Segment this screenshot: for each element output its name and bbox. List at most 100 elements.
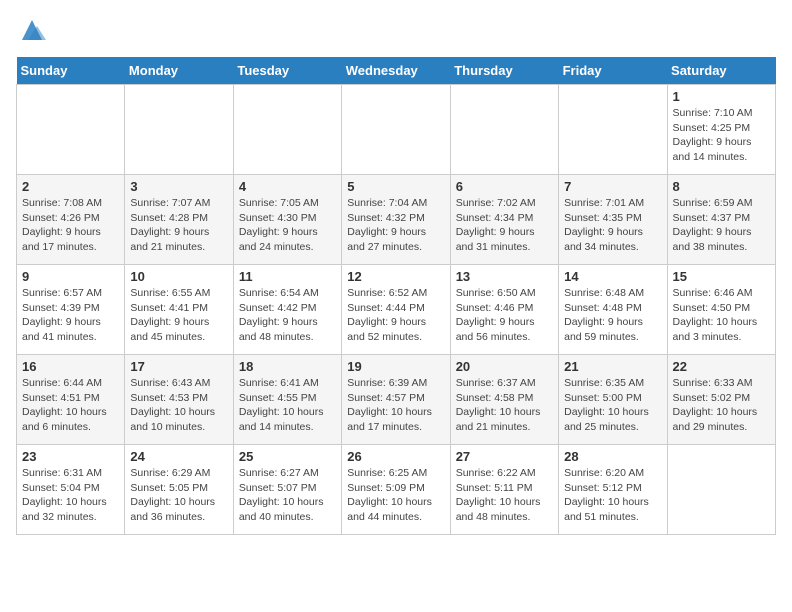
day-header-friday: Friday xyxy=(559,57,667,85)
calendar-cell: 16 Sunrise: 6:44 AM Sunset: 4:51 PM Dayli… xyxy=(17,355,125,445)
day-number: 24 xyxy=(130,449,227,464)
day-number: 16 xyxy=(22,359,119,374)
calendar-cell: 7 Sunrise: 7:01 AM Sunset: 4:35 PM Daylig… xyxy=(559,175,667,265)
day-number: 13 xyxy=(456,269,553,284)
calendar-cell: 22 Sunrise: 6:33 AM Sunset: 5:02 PM Dayli… xyxy=(667,355,775,445)
day-number: 5 xyxy=(347,179,444,194)
day-detail: Sunrise: 6:57 AM Sunset: 4:39 PM Dayligh… xyxy=(22,286,119,345)
calendar-cell: 24Sunrise: 6:29 AM Sunset: 5:05 PM Dayli… xyxy=(125,445,233,535)
header xyxy=(16,16,776,49)
day-detail: Sunrise: 6:25 AM Sunset: 5:09 PM Dayligh… xyxy=(347,466,444,525)
day-detail: Sunrise: 6:48 AM Sunset: 4:48 PM Dayligh… xyxy=(564,286,661,345)
day-number: 27 xyxy=(456,449,553,464)
calendar-cell: 18 Sunrise: 6:41 AM Sunset: 4:55 PM Dayli… xyxy=(233,355,341,445)
day-detail: Sunrise: 6:43 AM Sunset: 4:53 PM Dayligh… xyxy=(130,376,227,435)
day-header-thursday: Thursday xyxy=(450,57,558,85)
calendar-cell xyxy=(667,445,775,535)
day-detail: Sunrise: 6:44 AM Sunset: 4:51 PM Dayligh… xyxy=(22,376,119,435)
calendar-table: SundayMondayTuesdayWednesdayThursdayFrid… xyxy=(16,57,776,535)
day-detail: Sunrise: 6:54 AM Sunset: 4:42 PM Dayligh… xyxy=(239,286,336,345)
calendar-week-row: 23Sunrise: 6:31 AM Sunset: 5:04 PM Dayli… xyxy=(17,445,776,535)
calendar-cell: 12 Sunrise: 6:52 AM Sunset: 4:44 PM Dayli… xyxy=(342,265,450,355)
calendar-cell: 21Sunrise: 6:35 AM Sunset: 5:00 PM Dayli… xyxy=(559,355,667,445)
day-detail: Sunrise: 6:33 AM Sunset: 5:02 PM Dayligh… xyxy=(673,376,770,435)
day-number: 7 xyxy=(564,179,661,194)
calendar-cell xyxy=(17,85,125,175)
calendar-cell: 27 Sunrise: 6:22 AM Sunset: 5:11 PM Dayli… xyxy=(450,445,558,535)
day-number: 6 xyxy=(456,179,553,194)
day-detail: Sunrise: 7:04 AM Sunset: 4:32 PM Dayligh… xyxy=(347,196,444,255)
calendar-cell: 3 Sunrise: 7:07 AM Sunset: 4:28 PM Daylig… xyxy=(125,175,233,265)
day-number: 20 xyxy=(456,359,553,374)
day-number: 28 xyxy=(564,449,661,464)
day-number: 8 xyxy=(673,179,770,194)
day-detail: Sunrise: 6:31 AM Sunset: 5:04 PM Dayligh… xyxy=(22,466,119,525)
calendar-cell: 9 Sunrise: 6:57 AM Sunset: 4:39 PM Daylig… xyxy=(17,265,125,355)
calendar-cell: 19Sunrise: 6:39 AM Sunset: 4:57 PM Dayli… xyxy=(342,355,450,445)
day-number: 18 xyxy=(239,359,336,374)
calendar-cell: 14Sunrise: 6:48 AM Sunset: 4:48 PM Dayli… xyxy=(559,265,667,355)
day-number: 25 xyxy=(239,449,336,464)
calendar-cell: 13 Sunrise: 6:50 AM Sunset: 4:46 PM Dayli… xyxy=(450,265,558,355)
day-header-tuesday: Tuesday xyxy=(233,57,341,85)
calendar-cell xyxy=(125,85,233,175)
calendar-cell: 2 Sunrise: 7:08 AM Sunset: 4:26 PM Daylig… xyxy=(17,175,125,265)
calendar-cell xyxy=(342,85,450,175)
day-number: 9 xyxy=(22,269,119,284)
calendar-cell: 6 Sunrise: 7:02 AM Sunset: 4:34 PM Daylig… xyxy=(450,175,558,265)
day-number: 15 xyxy=(673,269,770,284)
day-number: 22 xyxy=(673,359,770,374)
calendar-week-row: 2 Sunrise: 7:08 AM Sunset: 4:26 PM Daylig… xyxy=(17,175,776,265)
calendar-cell: 5 Sunrise: 7:04 AM Sunset: 4:32 PM Daylig… xyxy=(342,175,450,265)
calendar-week-row: 9 Sunrise: 6:57 AM Sunset: 4:39 PM Daylig… xyxy=(17,265,776,355)
logo-icon xyxy=(18,16,46,44)
day-header-wednesday: Wednesday xyxy=(342,57,450,85)
day-detail: Sunrise: 7:10 AM Sunset: 4:25 PM Dayligh… xyxy=(673,106,770,165)
day-detail: Sunrise: 7:07 AM Sunset: 4:28 PM Dayligh… xyxy=(130,196,227,255)
day-detail: Sunrise: 7:08 AM Sunset: 4:26 PM Dayligh… xyxy=(22,196,119,255)
day-number: 3 xyxy=(130,179,227,194)
day-header-sunday: Sunday xyxy=(17,57,125,85)
day-detail: Sunrise: 7:05 AM Sunset: 4:30 PM Dayligh… xyxy=(239,196,336,255)
calendar-cell: 1 Sunrise: 7:10 AM Sunset: 4:25 PM Daylig… xyxy=(667,85,775,175)
day-detail: Sunrise: 6:35 AM Sunset: 5:00 PM Dayligh… xyxy=(564,376,661,435)
calendar-cell: 8Sunrise: 6:59 AM Sunset: 4:37 PM Daylig… xyxy=(667,175,775,265)
calendar-week-row: 1 Sunrise: 7:10 AM Sunset: 4:25 PM Daylig… xyxy=(17,85,776,175)
calendar-cell: 11 Sunrise: 6:54 AM Sunset: 4:42 PM Dayli… xyxy=(233,265,341,355)
day-number: 12 xyxy=(347,269,444,284)
calendar-cell xyxy=(233,85,341,175)
day-detail: Sunrise: 6:41 AM Sunset: 4:55 PM Dayligh… xyxy=(239,376,336,435)
day-number: 1 xyxy=(673,89,770,104)
day-number: 10 xyxy=(130,269,227,284)
day-detail: Sunrise: 7:02 AM Sunset: 4:34 PM Dayligh… xyxy=(456,196,553,255)
calendar-cell: 20 Sunrise: 6:37 AM Sunset: 4:58 PM Dayli… xyxy=(450,355,558,445)
day-number: 11 xyxy=(239,269,336,284)
day-header-monday: Monday xyxy=(125,57,233,85)
day-detail: Sunrise: 7:01 AM Sunset: 4:35 PM Dayligh… xyxy=(564,196,661,255)
day-detail: Sunrise: 6:20 AM Sunset: 5:12 PM Dayligh… xyxy=(564,466,661,525)
calendar-cell: 28 Sunrise: 6:20 AM Sunset: 5:12 PM Dayli… xyxy=(559,445,667,535)
day-detail: Sunrise: 6:52 AM Sunset: 4:44 PM Dayligh… xyxy=(347,286,444,345)
day-detail: Sunrise: 6:46 AM Sunset: 4:50 PM Dayligh… xyxy=(673,286,770,345)
calendar-cell: 10Sunrise: 6:55 AM Sunset: 4:41 PM Dayli… xyxy=(125,265,233,355)
calendar-cell: 4 Sunrise: 7:05 AM Sunset: 4:30 PM Daylig… xyxy=(233,175,341,265)
calendar-cell: 23Sunrise: 6:31 AM Sunset: 5:04 PM Dayli… xyxy=(17,445,125,535)
calendar-cell: 25 Sunrise: 6:27 AM Sunset: 5:07 PM Dayli… xyxy=(233,445,341,535)
calendar-cell: 26 Sunrise: 6:25 AM Sunset: 5:09 PM Dayli… xyxy=(342,445,450,535)
day-number: 4 xyxy=(239,179,336,194)
logo xyxy=(16,16,46,49)
day-detail: Sunrise: 6:27 AM Sunset: 5:07 PM Dayligh… xyxy=(239,466,336,525)
calendar-header-row: SundayMondayTuesdayWednesdayThursdayFrid… xyxy=(17,57,776,85)
day-detail: Sunrise: 6:22 AM Sunset: 5:11 PM Dayligh… xyxy=(456,466,553,525)
day-number: 19 xyxy=(347,359,444,374)
calendar-cell: 15 Sunrise: 6:46 AM Sunset: 4:50 PM Dayli… xyxy=(667,265,775,355)
day-number: 17 xyxy=(130,359,227,374)
day-detail: Sunrise: 6:37 AM Sunset: 4:58 PM Dayligh… xyxy=(456,376,553,435)
day-number: 26 xyxy=(347,449,444,464)
day-header-saturday: Saturday xyxy=(667,57,775,85)
calendar-cell xyxy=(450,85,558,175)
day-detail: Sunrise: 6:50 AM Sunset: 4:46 PM Dayligh… xyxy=(456,286,553,345)
calendar-cell: 17 Sunrise: 6:43 AM Sunset: 4:53 PM Dayli… xyxy=(125,355,233,445)
calendar-cell xyxy=(559,85,667,175)
day-number: 2 xyxy=(22,179,119,194)
